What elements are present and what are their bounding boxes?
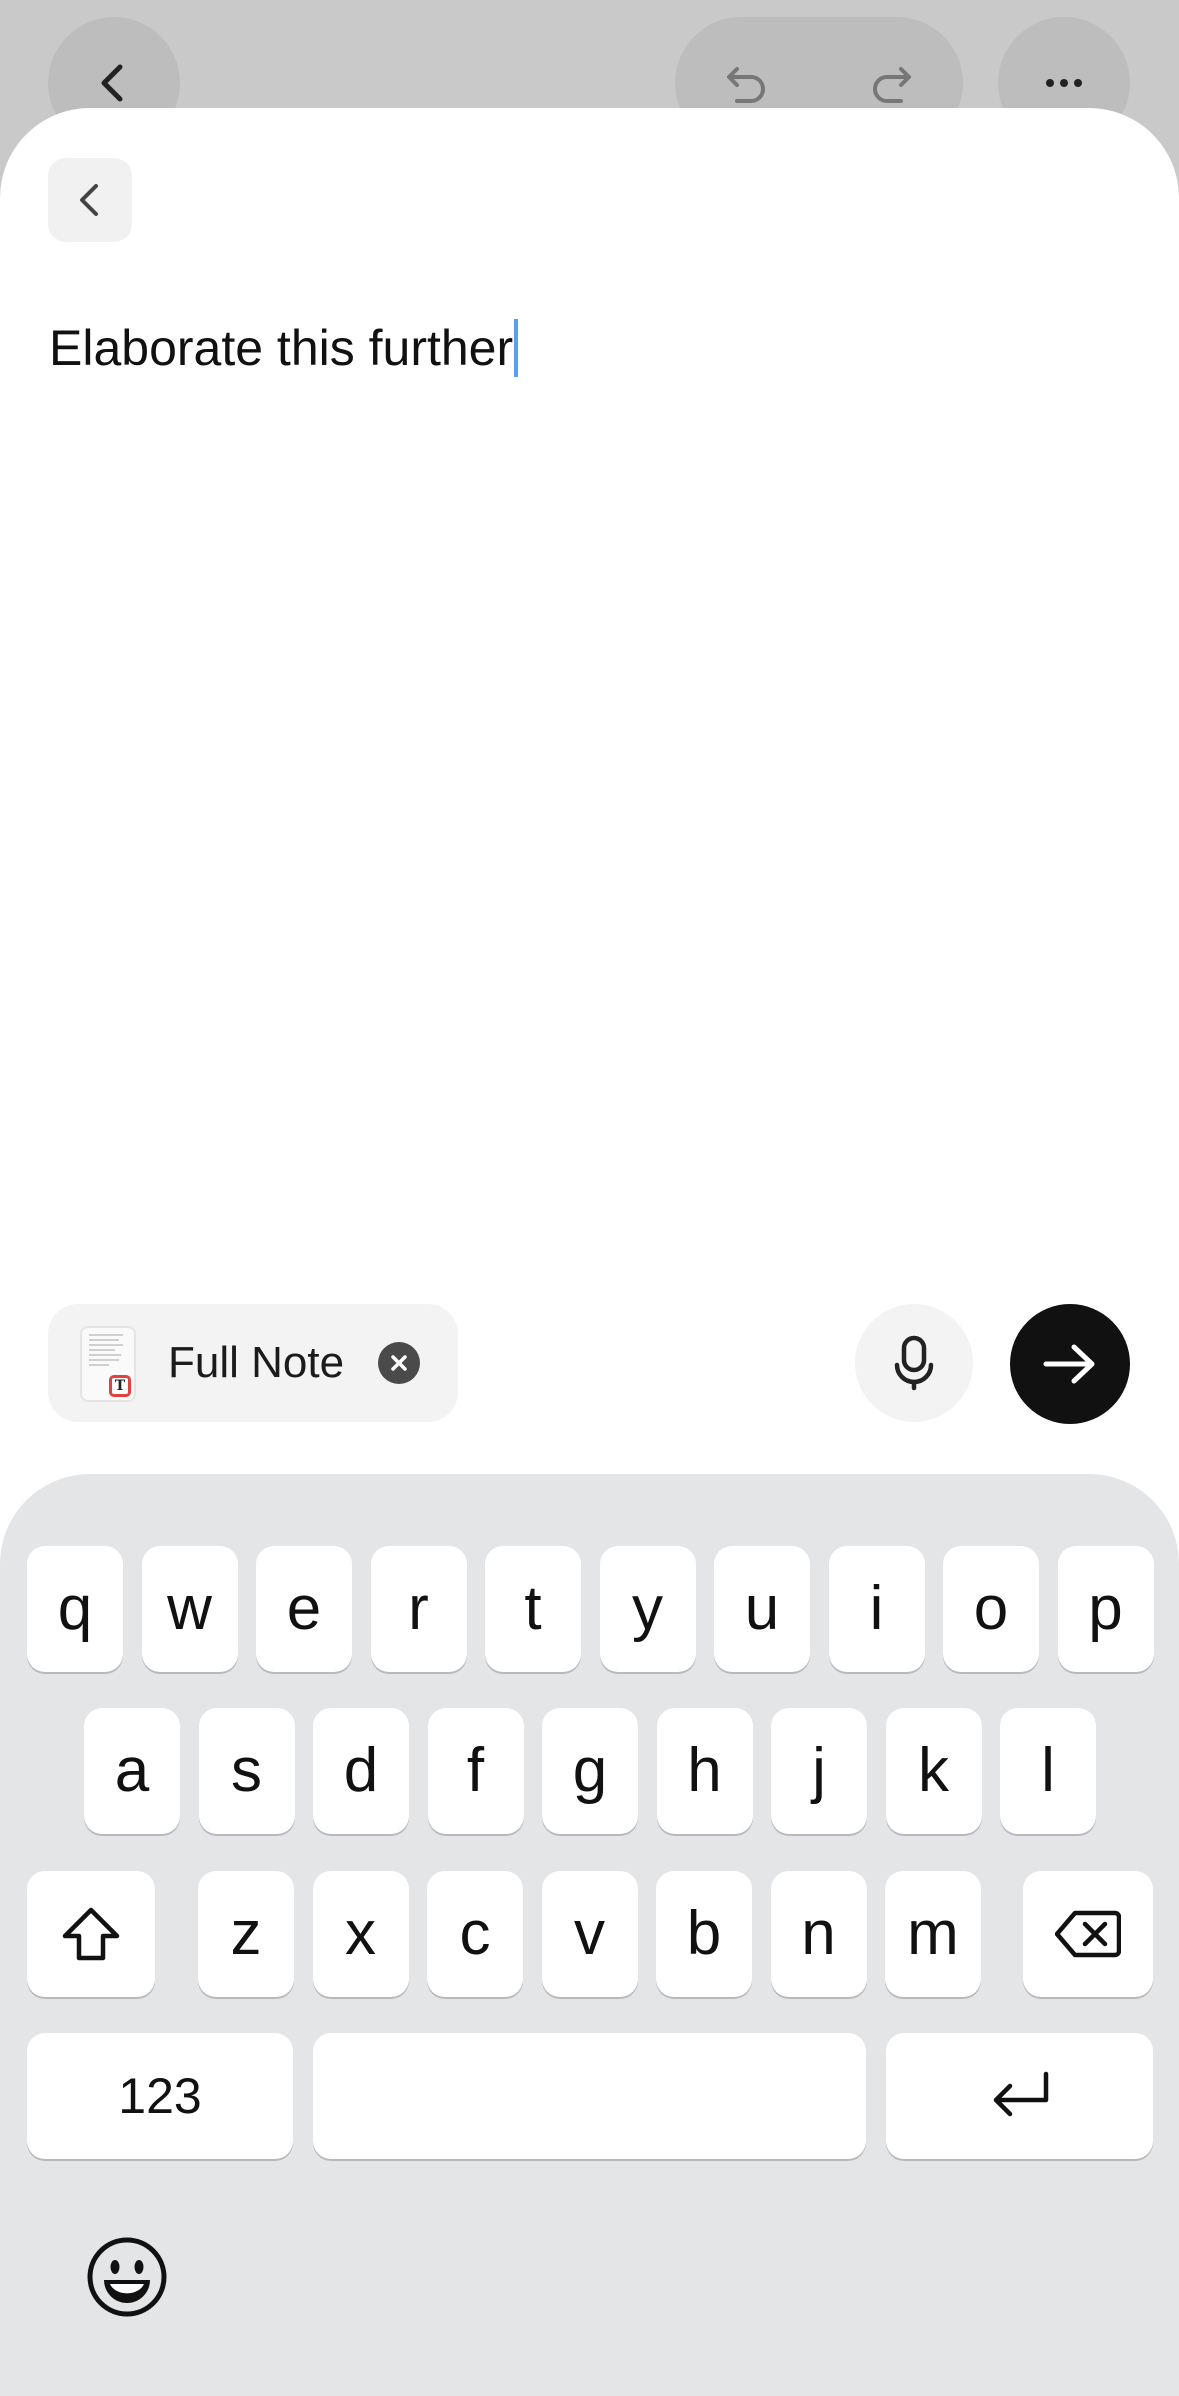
key-t[interactable]: t bbox=[485, 1546, 581, 1672]
chevron-left-icon bbox=[80, 184, 98, 216]
attachment-label: Full Note bbox=[168, 1338, 345, 1387]
key-d[interactable]: d bbox=[313, 1708, 409, 1834]
close-icon bbox=[391, 1355, 407, 1371]
key-w[interactable]: w bbox=[141, 1546, 238, 1672]
key-p[interactable]: p bbox=[1057, 1546, 1154, 1672]
send-button[interactable] bbox=[1010, 1304, 1130, 1424]
key-i[interactable]: i bbox=[828, 1546, 925, 1672]
key-m[interactable]: m bbox=[885, 1871, 981, 1997]
redo-icon bbox=[873, 67, 911, 103]
key-j[interactable]: j bbox=[771, 1708, 867, 1834]
space-key[interactable] bbox=[313, 2033, 866, 2159]
key-u[interactable]: u bbox=[714, 1546, 810, 1672]
key-c[interactable]: c bbox=[427, 1871, 523, 1997]
key-a[interactable]: a bbox=[84, 1708, 180, 1834]
key-x[interactable]: x bbox=[312, 1871, 409, 1997]
shift-key[interactable] bbox=[27, 1871, 155, 1997]
key-n[interactable]: n bbox=[770, 1871, 867, 1997]
backspace-icon bbox=[1055, 1910, 1121, 1958]
key-k[interactable]: k bbox=[885, 1708, 982, 1834]
key-g[interactable]: g bbox=[542, 1708, 638, 1834]
more-horizontal-icon bbox=[1046, 79, 1082, 87]
prompt-text: Elaborate this further bbox=[49, 320, 514, 376]
numbers-key[interactable]: 123 bbox=[27, 2033, 293, 2159]
note-thumbnail: T bbox=[80, 1326, 136, 1402]
key-e[interactable]: e bbox=[256, 1546, 352, 1672]
key-b[interactable]: b bbox=[656, 1871, 752, 1997]
note-app-badge: T bbox=[109, 1375, 131, 1397]
key-s[interactable]: s bbox=[198, 1708, 295, 1834]
undo-icon bbox=[727, 67, 765, 103]
sheet-back-button[interactable] bbox=[48, 158, 132, 242]
key-y[interactable]: y bbox=[599, 1546, 696, 1672]
remove-attachment-button[interactable] bbox=[378, 1342, 420, 1384]
key-q[interactable]: q bbox=[27, 1546, 123, 1672]
return-icon bbox=[993, 2071, 1048, 2117]
key-r[interactable]: r bbox=[370, 1546, 467, 1672]
arrow-right-icon bbox=[1043, 1344, 1095, 1384]
key-l[interactable]: l bbox=[1000, 1708, 1096, 1834]
key-v[interactable]: v bbox=[541, 1871, 638, 1997]
delete-key[interactable] bbox=[1023, 1871, 1153, 1997]
prompt-input[interactable]: Elaborate this further bbox=[49, 313, 519, 383]
microphone-icon bbox=[894, 1335, 934, 1391]
voice-input-button[interactable] bbox=[855, 1304, 973, 1422]
key-z[interactable]: z bbox=[198, 1871, 294, 1997]
emoji-key[interactable] bbox=[86, 2236, 168, 2318]
key-h[interactable]: h bbox=[656, 1708, 753, 1834]
attachment-chip[interactable]: T Full Note bbox=[48, 1304, 458, 1422]
text-caret bbox=[514, 319, 519, 377]
key-f[interactable]: f bbox=[427, 1708, 524, 1834]
chevron-left-icon bbox=[101, 64, 123, 102]
on-screen-keyboard: qwertyuiop asdfghjkl zxcvbnm bbox=[0, 1474, 1179, 2396]
shift-icon bbox=[62, 1907, 120, 1961]
return-key[interactable] bbox=[886, 2033, 1153, 2159]
key-o[interactable]: o bbox=[943, 1546, 1039, 1672]
emoji-icon bbox=[87, 2237, 167, 2317]
